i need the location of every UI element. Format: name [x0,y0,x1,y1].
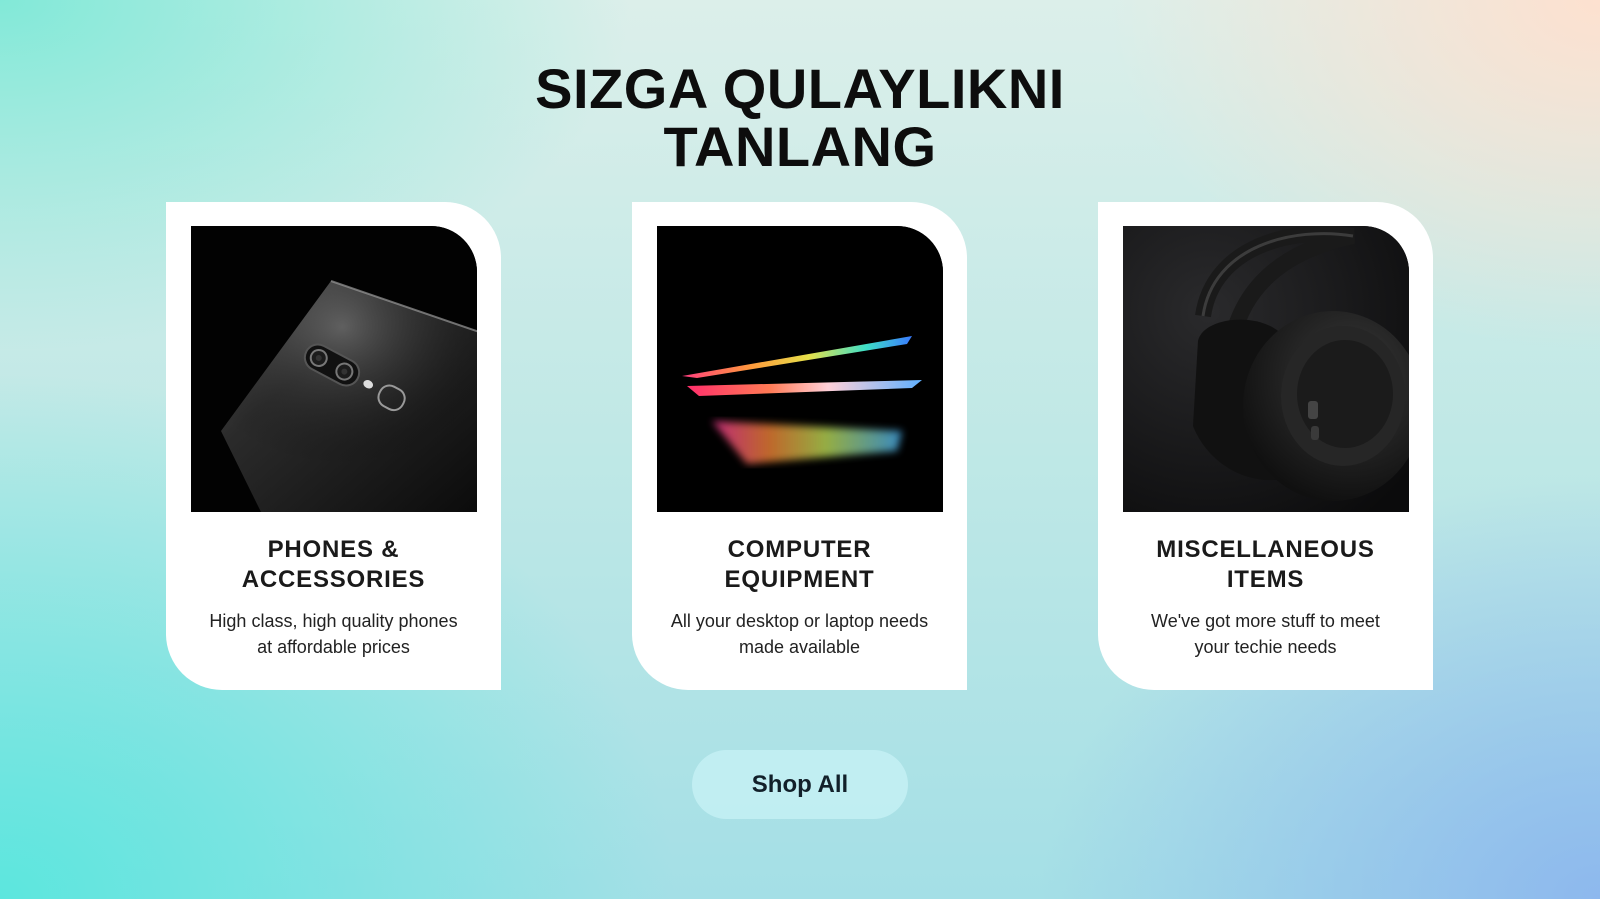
card-title-line-2: ITEMS [1226,566,1305,593]
card-title-computer: COMPUTER EQUIPMENT [632,535,967,595]
card-description-computer: All your desktop or laptop needs made av… [632,608,967,660]
card-desc-line-2: your techie needs [1194,637,1337,657]
page-title-line-1: SIZGA QULAYLIKNI [535,57,1065,120]
page-title-line-2: TANLANG [663,115,937,178]
laptop-image [657,226,943,512]
card-title-misc: MISCELLANEOUS ITEMS [1098,535,1433,595]
card-title-line-2: ACCESSORIES [241,566,426,593]
card-title-line-1: COMPUTER [727,536,872,563]
shop-all-button[interactable]: Shop All [692,750,908,819]
page-title: SIZGA QULAYLIKNI TANLANG [0,60,1600,176]
phone-image [191,226,477,512]
laptop-photo [657,226,943,512]
category-card-computer[interactable]: COMPUTER EQUIPMENT All your desktop or l… [632,202,967,690]
card-desc-line-1: All your desktop or laptop needs [670,611,929,631]
card-desc-line-1: We've got more stuff to meet [1151,611,1380,631]
headphones-photo [1123,226,1409,512]
category-card-misc[interactable]: MISCELLANEOUS ITEMS We've got more stuff… [1098,202,1433,690]
card-desc-line-1: High class, high quality phones [209,611,458,631]
phone-photo [191,226,477,512]
card-title-phones: PHONES & ACCESSORIES [166,535,501,595]
card-desc-line-2: at affordable prices [257,637,410,657]
card-title-line-2: EQUIPMENT [724,566,875,593]
headphones-image [1123,226,1409,512]
card-desc-line-2: made available [738,637,861,657]
card-title-line-1: MISCELLANEOUS [1156,536,1375,563]
card-title-line-1: PHONES & [267,536,400,563]
card-description-misc: We've got more stuff to meet your techie… [1098,608,1433,660]
card-description-phones: High class, high quality phones at affor… [166,608,501,660]
category-card-phones[interactable]: PHONES & ACCESSORIES High class, high qu… [166,202,501,690]
